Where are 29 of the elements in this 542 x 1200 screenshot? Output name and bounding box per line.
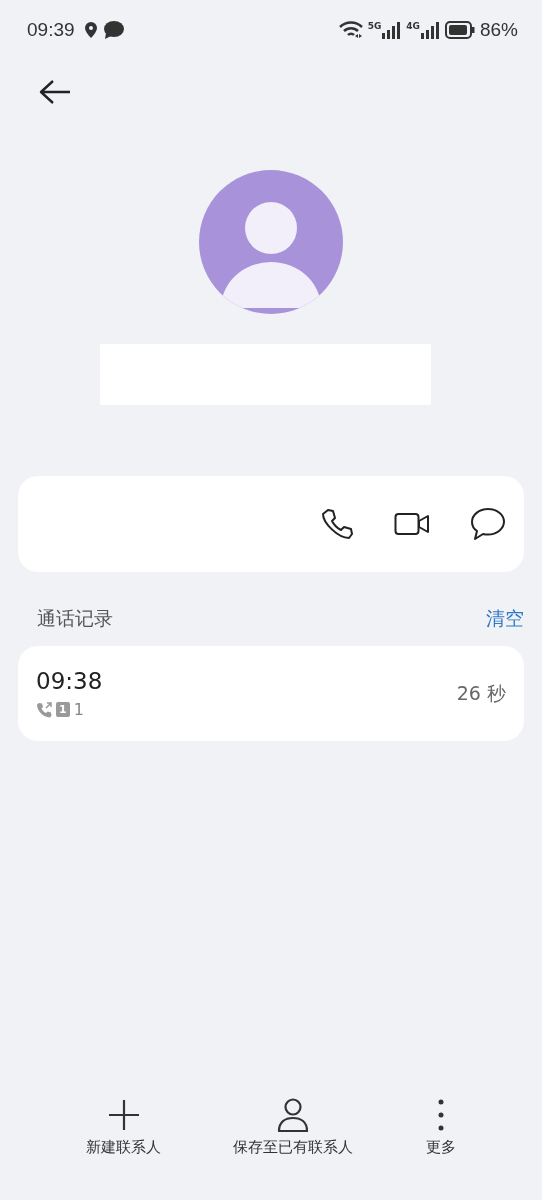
plus-icon (107, 1098, 140, 1132)
network-label: 4G (406, 21, 420, 31)
call-duration: 26 秒 (456, 680, 506, 706)
network-label: 5G (367, 21, 382, 31)
phone-number: 1 (73, 700, 84, 719)
back-icon[interactable] (39, 79, 71, 105)
toolbar-button[interactable]: 新建联系人 (86, 1098, 162, 1178)
sim-badge: 1 (56, 702, 70, 717)
status-time: 09:39 (27, 19, 75, 41)
message-icon[interactable] (470, 507, 506, 541)
toolbar-button[interactable]: 保存至已有联系人 (233, 1098, 354, 1178)
toolbar-button[interactable]: 更多 (425, 1098, 456, 1178)
battery-icon (444, 21, 475, 39)
video-camera-icon[interactable] (394, 511, 430, 537)
wifi-icon (338, 21, 363, 39)
call-time: 09:38 (36, 668, 103, 694)
clear-link[interactable]: 清空 (486, 606, 524, 632)
signal-icon (381, 21, 402, 39)
outgoing-call-icon (36, 701, 52, 718)
phone-icon[interactable] (320, 507, 354, 541)
chat-bubble-icon (103, 21, 124, 39)
avatar-icon (199, 170, 343, 314)
call-log-card[interactable]: 09:38 1 1 26 秒 (18, 646, 524, 741)
section-title: 通话记录 (37, 606, 113, 631)
signal-icon (419, 21, 440, 39)
person-icon (277, 1098, 310, 1132)
location-icon (84, 22, 97, 38)
more-icon (437, 1098, 444, 1132)
battery-percent: 86% (479, 19, 518, 41)
